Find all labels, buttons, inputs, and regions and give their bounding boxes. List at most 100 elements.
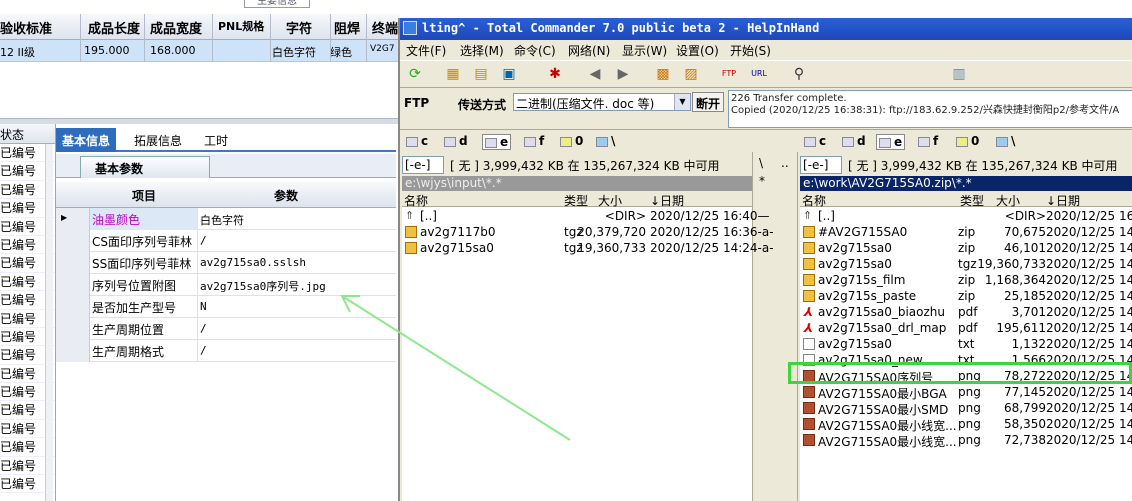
url-icon[interactable]: URL bbox=[750, 65, 768, 83]
back-icon[interactable]: ◀ bbox=[586, 65, 604, 83]
file-row[interactable]: AV2G715SA0最小SMD png 68,799 2020/12/25 14 bbox=[800, 400, 1132, 417]
file-row[interactable]: av2g715sa0 txt 1,132 2020/12/25 14 bbox=[800, 336, 1132, 352]
root-button[interactable]: \ bbox=[759, 156, 763, 170]
network-button[interactable]: \ bbox=[596, 134, 615, 148]
file-row[interactable]: ⇑ [..] <DIR> 2020/12/25 16:40— bbox=[402, 208, 770, 224]
binoculars-icon[interactable]: ⚲ bbox=[790, 65, 808, 83]
param-value[interactable]: / bbox=[198, 230, 396, 252]
right-free-space: [ 无 ] 3,999,432 KB 在 135,267,324 KB 中可用 bbox=[848, 159, 1118, 173]
row-indicator bbox=[56, 296, 90, 318]
panel-splitter[interactable] bbox=[0, 118, 400, 124]
cell: 168.000 bbox=[150, 44, 196, 57]
tab-basic-info[interactable]: 基本信息 bbox=[56, 128, 117, 152]
menu-select[interactable]: 选择(M) bbox=[460, 42, 504, 59]
file-row[interactable]: av2g715s_paste zip 25,185 2020/12/25 14 bbox=[800, 288, 1132, 304]
col-divider bbox=[80, 14, 81, 62]
file-row[interactable]: AV2G715SA0最小线宽... png 72,738 2020/12/25 14 bbox=[800, 432, 1132, 449]
drive-e-button[interactable]: e bbox=[876, 134, 906, 150]
row-indicator: ▶ bbox=[56, 208, 90, 230]
row-indicator bbox=[56, 230, 90, 252]
filter-button[interactable]: * bbox=[759, 174, 765, 188]
tab-work-hours[interactable]: 工时 bbox=[198, 128, 234, 152]
parent-button[interactable]: .. bbox=[781, 156, 789, 170]
file-name: av2g7117b0 bbox=[420, 225, 496, 239]
notepad-icon[interactable]: ▥ bbox=[950, 65, 968, 83]
network-button[interactable]: \ bbox=[996, 134, 1015, 148]
right-path[interactable]: e:\work\AV2G715SA0.zip\*.* bbox=[800, 176, 1132, 191]
thumbnail-icon[interactable]: ▣ bbox=[500, 65, 518, 83]
file-row[interactable]: ⇑ [..] <DIR> 2020/12/25 16 bbox=[800, 208, 1132, 224]
drive-f-button[interactable]: f bbox=[918, 134, 938, 148]
file-date: 2020/12/25 14:24-a- bbox=[650, 241, 774, 255]
tab-basic-params[interactable]: 基本参数 bbox=[80, 156, 210, 178]
drive-0-button[interactable]: 0 bbox=[956, 134, 979, 148]
header-cell[interactable]: 终端 bbox=[372, 18, 398, 37]
header-cell[interactable]: 验收标准 bbox=[0, 18, 52, 37]
param-row[interactable]: CS面印序列号菲林 / bbox=[56, 230, 396, 252]
header-cell[interactable]: 成品长度 bbox=[88, 18, 140, 37]
right-file-panel[interactable]: ⇑ [..] <DIR> 2020/12/25 16 #AV2G715SA0 zip 70,… bbox=[800, 207, 1132, 501]
ftp-log[interactable]: 226 Transfer complete. Copied (2020/12/2… bbox=[728, 90, 1132, 128]
file-name: av2g715sa0 bbox=[818, 257, 892, 271]
file-row[interactable]: av2g715sa0 tgz 19,360,733 2020/12/25 14:24-… bbox=[402, 240, 774, 256]
image-file-icon bbox=[803, 386, 815, 398]
param-value[interactable]: av2g715sa0.sslsh bbox=[198, 252, 396, 274]
menu-start[interactable]: 开始(S) bbox=[730, 42, 771, 59]
drive-d-button[interactable]: d bbox=[444, 134, 468, 148]
param-value[interactable]: 白色字符 bbox=[198, 208, 396, 230]
left-drive-select[interactable]: [-e-] bbox=[402, 156, 444, 174]
param-row[interactable]: ▶ 油墨颜色 白色字符 bbox=[56, 208, 396, 230]
header-cell[interactable]: 成品宽度 bbox=[150, 18, 202, 37]
header-cell[interactable]: 字符 bbox=[286, 18, 312, 37]
right-drive-select[interactable]: [-e-] bbox=[800, 156, 842, 174]
header-cell[interactable]: PNL规格 bbox=[218, 18, 264, 34]
transfer-mode-select[interactable]: 二进制(压缩文件. doc 等) ▼ bbox=[513, 93, 691, 111]
window-title-bar[interactable]: lting^ - Total Commander 7.0 public beta… bbox=[400, 18, 1132, 40]
chevron-down-icon[interactable]: ▼ bbox=[674, 94, 690, 110]
drive-f-button[interactable]: f bbox=[524, 134, 544, 148]
file-row[interactable]: ⅄ av2g715sa0_drl_map pdf 195,611 2020/12/25 … bbox=[800, 320, 1132, 336]
file-row[interactable]: av2g715s_film zip 1,168,364 2020/12/25 14 bbox=[800, 272, 1132, 288]
archive-icon bbox=[803, 274, 815, 286]
menu-view[interactable]: 显示(W) bbox=[622, 42, 667, 59]
file-row[interactable]: ⅄ av2g715sa0_biaozhu pdf 3,701 2020/12/25 14 bbox=[800, 304, 1132, 320]
menu-network[interactable]: 网络(N) bbox=[568, 42, 610, 59]
menu-settings[interactable]: 设置(O) bbox=[676, 42, 719, 59]
pack-icon[interactable]: ▩ bbox=[654, 65, 672, 83]
status-scrollbar[interactable] bbox=[45, 144, 53, 501]
param-row[interactable]: SS面印序列号菲林 av2g715sa0.sslsh bbox=[56, 252, 396, 274]
refresh-icon[interactable]: ⟳ bbox=[406, 65, 424, 83]
file-row[interactable]: av2g7117b0 tgz 20,379,720 2020/12/25 16:36-… bbox=[402, 224, 774, 240]
menu-file[interactable]: 文件(F) bbox=[406, 42, 446, 59]
left-column-header: 名称 类型 大小 ↓日期 属性 bbox=[402, 191, 780, 208]
invert-selection-icon[interactable]: ✱ bbox=[546, 65, 564, 83]
brief-view-icon[interactable]: ▦ bbox=[444, 65, 462, 83]
drive-0-button[interactable]: 0 bbox=[560, 134, 583, 148]
left-path[interactable]: e:\wjys\input\*.* bbox=[402, 176, 752, 191]
disconnect-button[interactable]: 断开 bbox=[692, 92, 724, 112]
header-param[interactable]: 参数 bbox=[274, 187, 298, 204]
file-row[interactable]: AV2G715SA0最小线宽... png 58,350 2020/12/25 14 bbox=[800, 416, 1132, 433]
file-row[interactable]: av2g715sa0 tgz 19,360,733 2020/12/25 14 bbox=[800, 256, 1132, 272]
param-item: CS面印序列号菲林 bbox=[90, 230, 198, 252]
file-row[interactable]: AV2G715SA0最小BGA png 77,145 2020/12/25 14 bbox=[800, 384, 1132, 401]
file-row[interactable]: av2g715sa0 zip 46,101 2020/12/25 14 bbox=[800, 240, 1132, 256]
drive-c-button[interactable]: c bbox=[804, 134, 826, 148]
header-item[interactable]: 项目 bbox=[132, 187, 156, 204]
file-name: av2g715sa0_biaozhu bbox=[818, 305, 946, 319]
drive-c-button[interactable]: c bbox=[406, 134, 428, 148]
forward-icon[interactable]: ▶ bbox=[614, 65, 632, 83]
header-cell[interactable]: 阻焊 bbox=[334, 18, 360, 37]
top-grid-row[interactable]: 12 II级 195.000 168.000 白色字符 绿色 V2G7 bbox=[0, 40, 400, 62]
detail-view-icon[interactable]: ▤ bbox=[472, 65, 490, 83]
drive-e-button[interactable]: e bbox=[482, 134, 512, 150]
file-row[interactable]: #AV2G715SA0 zip 70,675 2020/12/25 14 bbox=[800, 224, 1132, 240]
ftp-icon[interactable]: FTP bbox=[720, 65, 738, 83]
drive-d-button[interactable]: d bbox=[842, 134, 866, 148]
tab-extended-info[interactable]: 拓展信息 bbox=[128, 128, 188, 152]
unpack-icon[interactable]: ▨ bbox=[682, 65, 700, 83]
menu-command[interactable]: 命令(C) bbox=[514, 42, 556, 59]
main-info-tab[interactable]: 主要信息 bbox=[244, 0, 310, 8]
status-header[interactable]: 状态 bbox=[0, 124, 55, 144]
file-type: zip bbox=[958, 241, 976, 255]
